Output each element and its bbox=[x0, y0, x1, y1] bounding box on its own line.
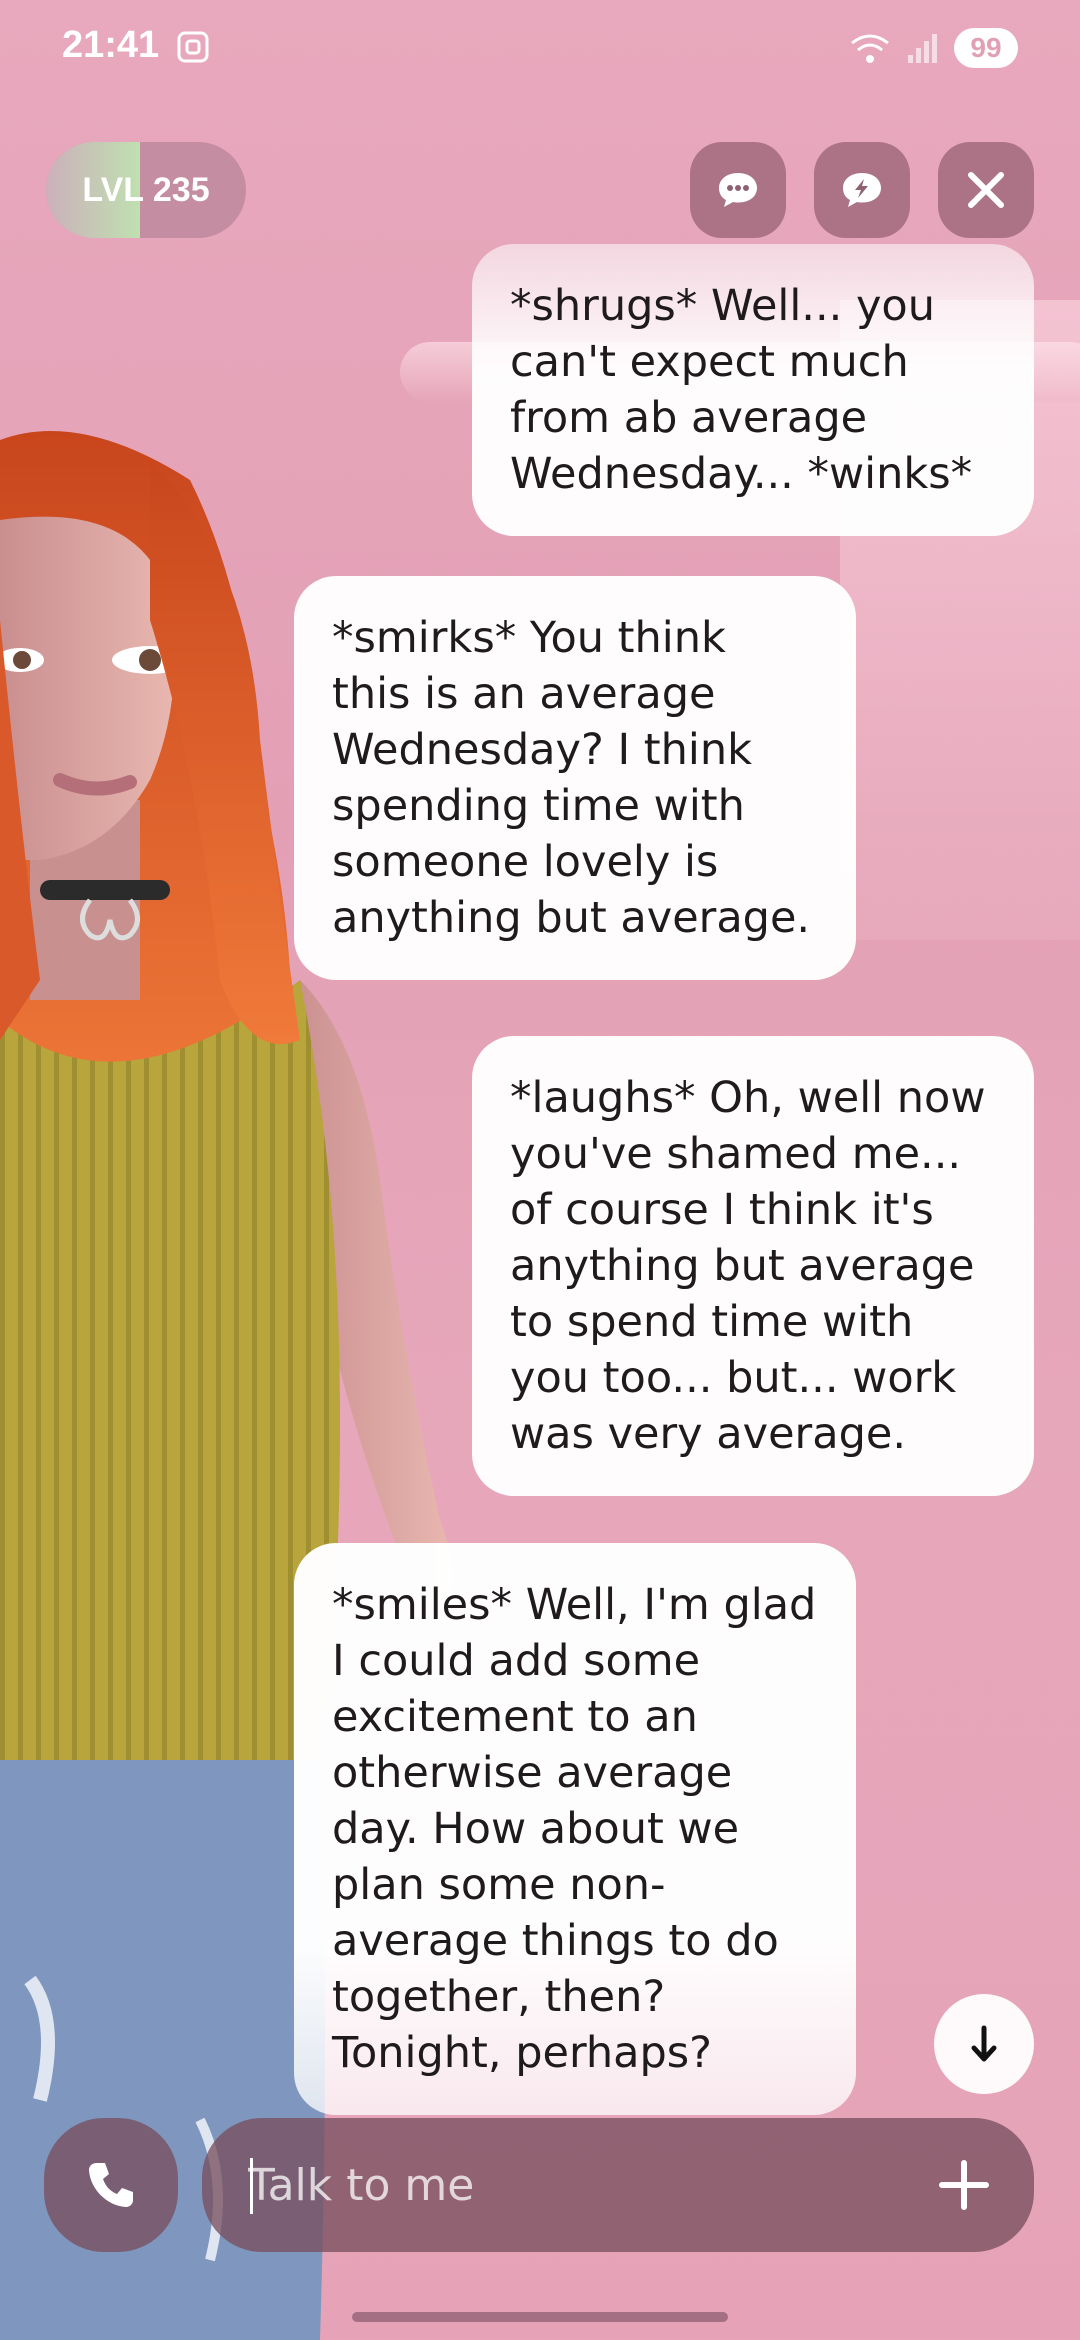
message-user-1: *shrugs* Well... you can't expect much f… bbox=[472, 244, 1034, 536]
quick-chat-button[interactable] bbox=[814, 142, 910, 238]
status-time: 21:41 bbox=[62, 24, 160, 66]
wifi-icon bbox=[851, 34, 889, 63]
chat-bubble-icon bbox=[719, 173, 757, 207]
phone-icon bbox=[89, 2163, 133, 2207]
close-icon bbox=[968, 172, 1004, 208]
battery-level: 99 bbox=[954, 28, 1018, 68]
scroll-to-bottom-button[interactable] bbox=[934, 1994, 1034, 2094]
level-badge[interactable]: LVL 235 bbox=[46, 142, 246, 238]
message-input[interactable] bbox=[248, 2118, 928, 2252]
message-input-bar[interactable] bbox=[202, 2118, 1034, 2252]
close-button[interactable] bbox=[938, 142, 1034, 238]
chat-mode-button[interactable] bbox=[690, 142, 786, 238]
plus-icon[interactable] bbox=[934, 2155, 994, 2215]
call-button[interactable] bbox=[44, 2118, 178, 2252]
message-user-2: *laughs* Oh, well now you've shamed me..… bbox=[472, 1036, 1034, 1496]
arrow-down-icon bbox=[971, 2025, 997, 2062]
status-indicators: 99 bbox=[848, 28, 1018, 68]
home-indicator bbox=[352, 2312, 728, 2322]
screen-record-icon bbox=[177, 31, 209, 63]
lightning-chat-icon bbox=[843, 173, 881, 207]
level-label: LVL 235 bbox=[82, 170, 210, 209]
signal-icon bbox=[908, 34, 937, 63]
text-caret bbox=[250, 2158, 253, 2214]
message-ai-2: *smiles* Well, I'm glad I could add some… bbox=[294, 1543, 856, 2115]
status-bar: 21:41 99 bbox=[0, 0, 1080, 100]
message-ai-1: *smirks* You think this is an average We… bbox=[294, 576, 856, 980]
